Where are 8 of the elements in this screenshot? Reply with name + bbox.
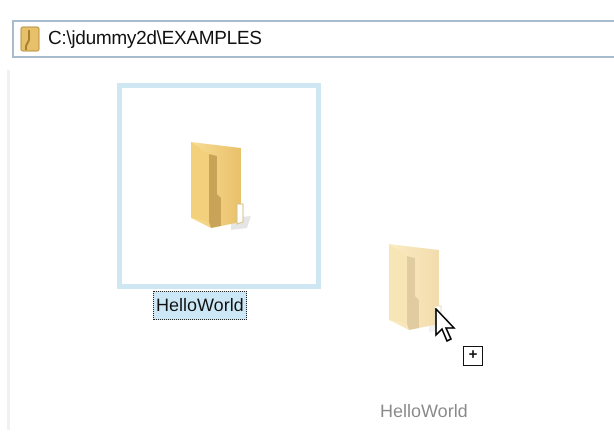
cursor-icon <box>435 308 459 344</box>
folder-path: C:\jdummy2d\EXAMPLES <box>48 26 262 51</box>
address-bar[interactable]: C:\jdummy2d\EXAMPLES <box>12 20 614 58</box>
copy-indicator: + <box>463 346 483 366</box>
folder-item[interactable] <box>117 83 321 289</box>
folder-icon <box>20 26 40 52</box>
dragged-folder-name: HelloWorld <box>380 400 468 423</box>
folder-name[interactable]: HelloWorld <box>153 291 247 320</box>
